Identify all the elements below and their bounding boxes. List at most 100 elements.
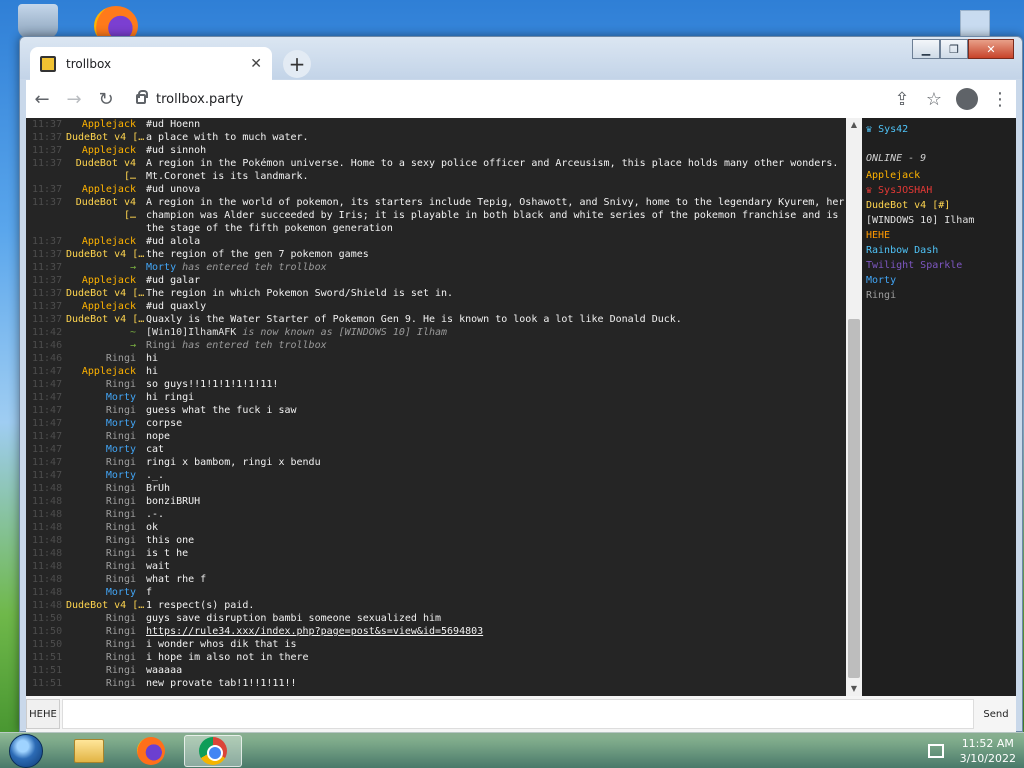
- input-bar: HEHE Send: [26, 696, 1016, 732]
- message-nick[interactable]: Ringi: [66, 352, 146, 365]
- system-text: has entered teh trollbox: [176, 340, 327, 351]
- message-nick[interactable]: Ringi: [66, 482, 146, 495]
- taskbar-chrome[interactable]: [184, 735, 242, 767]
- message-nick[interactable]: Ringi: [66, 547, 146, 560]
- message-nick[interactable]: Ringi: [66, 521, 146, 534]
- message-nick[interactable]: →: [66, 339, 146, 352]
- chat-scrollbar[interactable]: ▲ ▼: [846, 118, 862, 696]
- message-time: 11:42: [32, 327, 63, 338]
- message-nick[interactable]: Morty: [66, 469, 146, 482]
- chat-message: 11:47 Morty corpse: [26, 417, 846, 430]
- user-list-item[interactable]: [WINDOWS 10] Ilham: [866, 213, 1012, 228]
- message-nick[interactable]: Morty: [66, 417, 146, 430]
- chat-message: 11:46 → Ringi has entered teh trollbox: [26, 339, 846, 352]
- message-nick[interactable]: Ringi: [66, 560, 146, 573]
- message-text: f: [146, 587, 153, 598]
- message-nick[interactable]: Ringi: [66, 638, 146, 651]
- minimize-button[interactable]: ▁: [912, 39, 940, 59]
- message-nick[interactable]: Ringi: [66, 495, 146, 508]
- user-list-item[interactable]: Applejack: [866, 168, 1012, 183]
- message-nick[interactable]: Ringi: [66, 430, 146, 443]
- message-nick[interactable]: DudeBot v4 […: [66, 248, 146, 261]
- share-icon[interactable]: ⇪: [886, 83, 918, 115]
- taskbar-firefox[interactable]: [122, 735, 180, 767]
- scroll-up-icon[interactable]: ▲: [846, 118, 862, 132]
- message-nick[interactable]: Ringi: [66, 404, 146, 417]
- user-list-item[interactable]: ♛ SysJOSHAH: [866, 183, 1012, 198]
- trollbox-favicon-icon: [40, 56, 56, 72]
- message-nick[interactable]: DudeBot v4 […: [66, 196, 146, 235]
- message-nick[interactable]: Applejack: [66, 300, 146, 313]
- message-time: 11:48: [32, 574, 63, 585]
- message-nick[interactable]: Applejack: [66, 118, 146, 131]
- chat-message: 11:37 → Morty has entered teh trollbox: [26, 261, 846, 274]
- reload-button[interactable]: ↻: [90, 83, 122, 115]
- lock-icon[interactable]: [136, 90, 148, 104]
- message-nick[interactable]: Ringi: [66, 573, 146, 586]
- address-bar[interactable]: trollbox.party: [128, 83, 880, 115]
- user-list-item[interactable]: DudeBot v4 [#]: [866, 198, 1012, 213]
- user-list-item[interactable]: HEHE: [866, 228, 1012, 243]
- send-button[interactable]: Send: [976, 699, 1016, 729]
- message-nick[interactable]: DudeBot v4 […: [66, 313, 146, 326]
- user-list-item[interactable]: Twilight Sparkle: [866, 258, 1012, 273]
- message-time: 11:37: [32, 197, 63, 208]
- message-nick[interactable]: Applejack: [66, 183, 146, 196]
- network-icon[interactable]: [927, 744, 944, 758]
- message-nick[interactable]: Ringi: [66, 508, 146, 521]
- message-nick[interactable]: Applejack: [66, 235, 146, 248]
- chat-message: 11:51 Ringi i hope im also not in there: [26, 651, 846, 664]
- bookmark-star-icon[interactable]: ☆: [918, 83, 950, 115]
- message-time: 11:46: [32, 353, 63, 364]
- user-list-item[interactable]: Morty: [866, 273, 1012, 288]
- message-nick[interactable]: Ringi: [66, 664, 146, 677]
- message-nick[interactable]: ~: [66, 326, 146, 339]
- message-text: #ud quaxly: [146, 301, 207, 312]
- message-text: hi: [146, 353, 159, 364]
- message-nick[interactable]: Ringi: [66, 534, 146, 547]
- menu-icon[interactable]: ⋮: [984, 83, 1016, 115]
- message-nick[interactable]: Applejack: [66, 144, 146, 157]
- trollbox-page: 11:37 Applejack #ud Hoenn 11:37 DudeBot v4 […: [26, 118, 1016, 732]
- message-nick[interactable]: Ringi: [66, 612, 146, 625]
- chat-log: 11:37 Applejack #ud Hoenn 11:37 DudeBot v4 […: [26, 118, 846, 696]
- message-nick[interactable]: DudeBot v4 […: [66, 287, 146, 300]
- message-nick[interactable]: Ringi: [66, 456, 146, 469]
- message-nick[interactable]: DudeBot v4 […: [66, 599, 146, 612]
- message-input[interactable]: [62, 699, 974, 729]
- message-nick[interactable]: Ringi: [66, 625, 146, 638]
- taskbar-explorer[interactable]: [60, 735, 118, 767]
- message-nick[interactable]: Ringi: [66, 651, 146, 664]
- tab-close-icon[interactable]: ✕: [250, 56, 262, 72]
- message-nick[interactable]: Morty: [66, 391, 146, 404]
- recycle-bin-icon[interactable]: [18, 4, 58, 38]
- tab-trollbox[interactable]: trollbox ✕: [30, 47, 272, 81]
- maximize-button[interactable]: ❐: [940, 39, 968, 59]
- message-nick[interactable]: →: [66, 261, 146, 274]
- forward-button[interactable]: →: [58, 83, 90, 115]
- message-nick[interactable]: Morty: [66, 586, 146, 599]
- message-text: guys save disruption bambi someone sexua…: [146, 613, 442, 624]
- start-button[interactable]: [6, 733, 46, 768]
- close-button[interactable]: ✕: [968, 39, 1014, 59]
- message-nick[interactable]: Applejack: [66, 274, 146, 287]
- message-text[interactable]: https://rule34.xxx/index.php?page=post&s…: [146, 625, 846, 638]
- message-nick[interactable]: DudeBot v4 […: [66, 131, 146, 144]
- message-nick[interactable]: Applejack: [66, 365, 146, 378]
- message-link[interactable]: https://rule34.xxx/index.php?page=post&s…: [146, 626, 483, 637]
- message-nick[interactable]: Morty: [66, 443, 146, 456]
- message-nick[interactable]: DudeBot v4 […: [66, 157, 146, 183]
- scrollbar-thumb[interactable]: [848, 319, 860, 678]
- message-nick[interactable]: Ringi: [66, 378, 146, 391]
- profile-avatar[interactable]: [956, 88, 978, 110]
- chat-message: 11:50 Ringi https://rule34.xxx/index.php?p…: [26, 625, 846, 638]
- nickname-button[interactable]: HEHE: [26, 699, 60, 729]
- chrome-icon: [199, 737, 227, 765]
- back-button[interactable]: ←: [26, 83, 58, 115]
- message-nick[interactable]: Ringi: [66, 677, 146, 690]
- scroll-down-icon[interactable]: ▼: [846, 682, 862, 696]
- user-list-item[interactable]: Ringi: [866, 288, 1012, 303]
- user-list-item[interactable]: Rainbow Dash: [866, 243, 1012, 258]
- new-tab-button[interactable]: +: [283, 50, 311, 78]
- clock[interactable]: 11:52 AM 3/10/2022: [960, 736, 1016, 766]
